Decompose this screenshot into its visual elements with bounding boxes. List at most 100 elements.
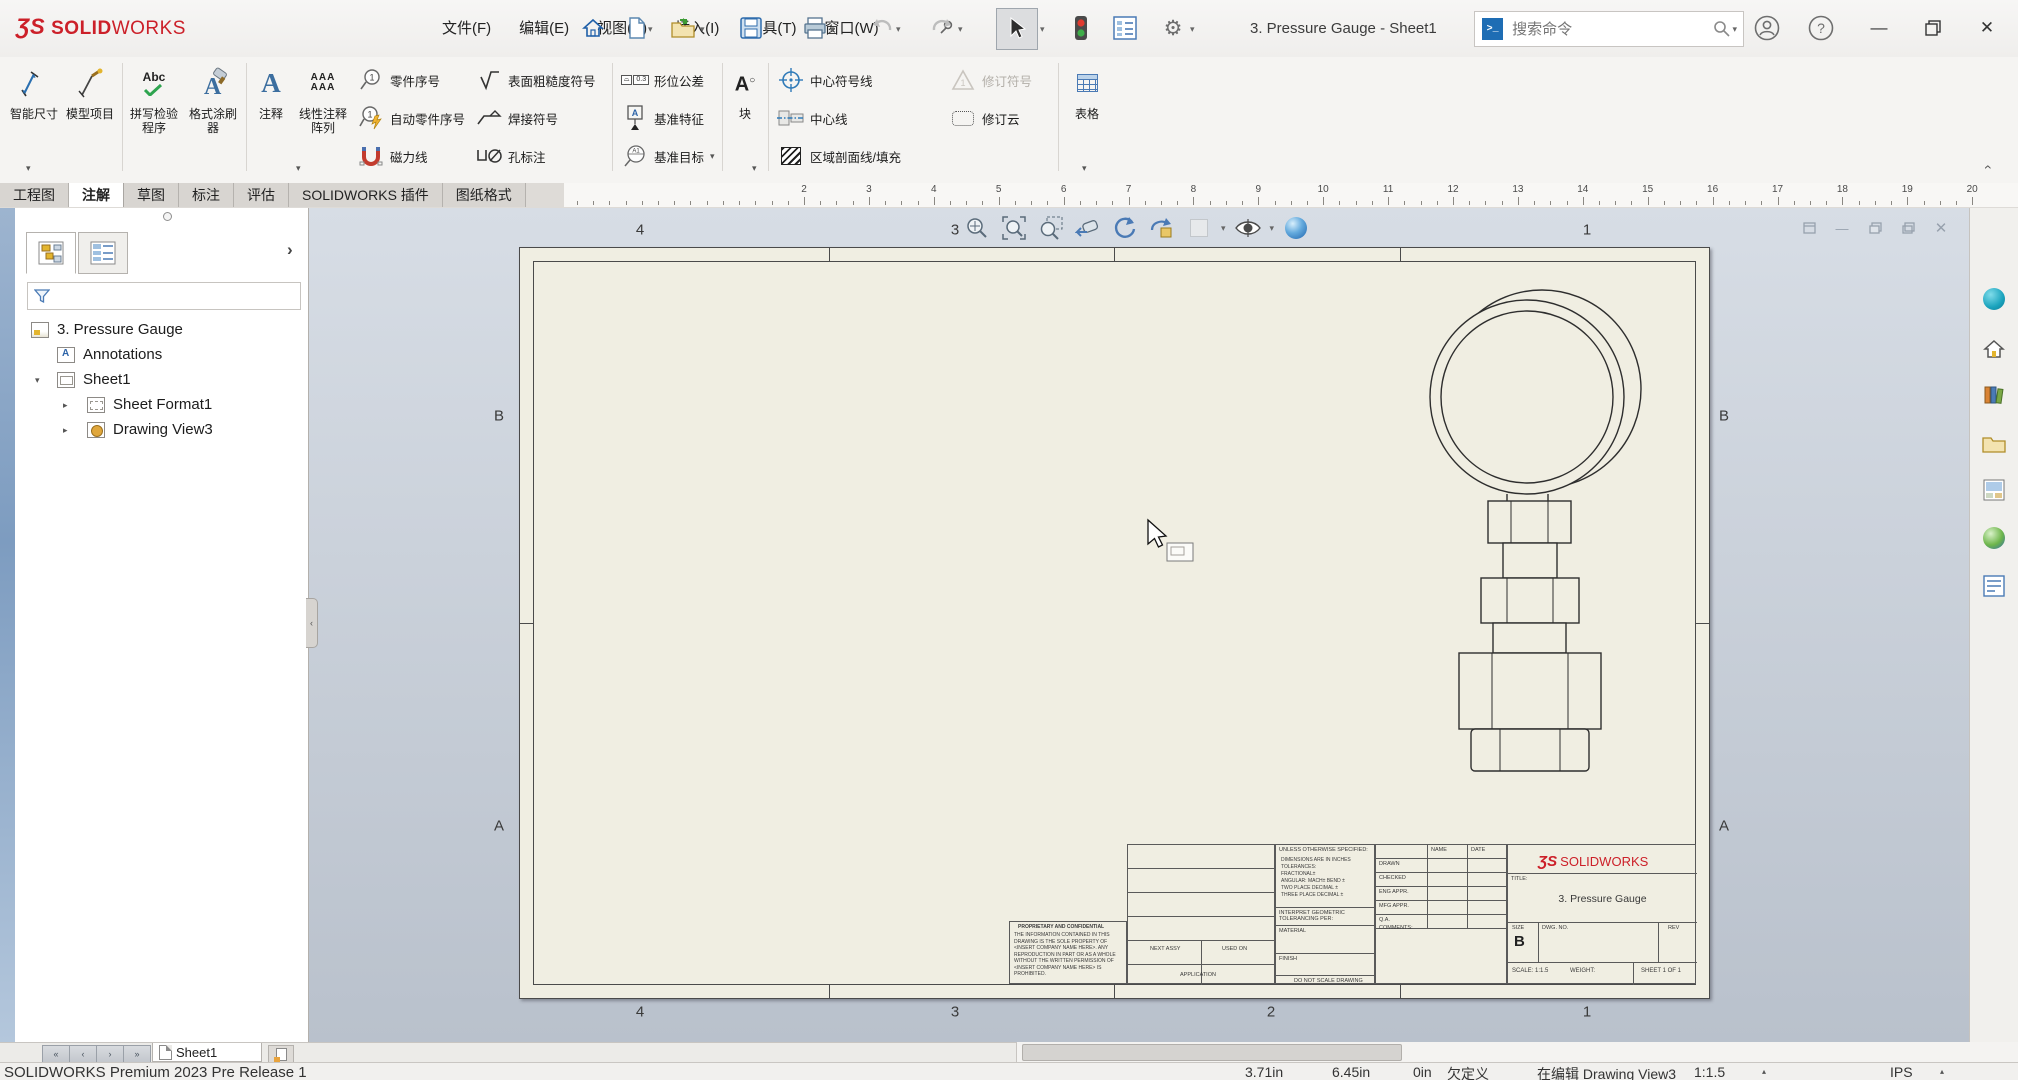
restore-button[interactable] [1916,11,1950,45]
command-tab-SOLIDWORKS-插件[interactable]: SOLIDWORKS 插件 [289,183,443,207]
command-tab-图纸格式[interactable]: 图纸格式 [443,183,526,207]
save-button[interactable] [736,11,766,45]
rebuild-traffic-light-icon[interactable] [1066,11,1096,45]
design-library-icon[interactable] [1979,380,2009,410]
first-sheet-button[interactable]: « [42,1045,70,1063]
command-tab-标注[interactable]: 标注 [179,183,234,207]
open-caret[interactable]: ▾ [700,24,705,35]
minimize-button[interactable]: — [1862,11,1896,45]
print-caret[interactable]: ▾ [830,24,835,35]
rotate-view-icon[interactable] [1110,213,1140,243]
previous-view-icon[interactable] [1073,213,1103,243]
spell-checker-button[interactable]: Abc 拼写检验程序 [126,61,182,135]
centerline-button[interactable]: 中心线 [776,99,901,137]
child-close-button[interactable]: ✕ [1928,216,1954,240]
note-button[interactable]: A 注释 [250,61,292,121]
tables-flyout-caret[interactable]: ▾ [1082,163,1087,174]
property-manager-tab[interactable] [78,232,128,274]
redo-caret[interactable]: ▾ [958,24,963,35]
zoom-whole-icon[interactable] [962,213,992,243]
datum-feature-button[interactable]: A 基准特征 [620,99,715,137]
redo-button[interactable] [928,11,958,45]
print-button[interactable] [800,11,830,45]
block-button[interactable]: A○ 块 [726,61,764,121]
appearances-icon[interactable] [1979,523,2009,553]
smart-dimension-button[interactable]: 智能尺寸 [6,61,62,121]
tree-item-drawing-view3[interactable]: ▸Drawing View3 [15,418,308,443]
display-style-caret[interactable]: ▾ [1221,223,1226,234]
select-tool-button[interactable] [996,8,1038,50]
scale-caret[interactable]: ▴ [1762,1067,1766,1076]
search-icon[interactable] [1713,20,1730,38]
select-tool-caret[interactable]: ▾ [1040,24,1045,35]
tree-filter-input[interactable] [27,282,301,310]
collapse-ribbon-chevron[interactable]: › [1978,165,1994,170]
open-button[interactable] [668,11,698,45]
command-tab-草图[interactable]: 草图 [124,183,179,207]
tree-item-sheet1[interactable]: ▾Sheet1 [15,368,308,393]
child-window-icon-2[interactable] [1862,216,1888,240]
hide-show-caret[interactable]: ▾ [1270,223,1275,234]
format-painter-button[interactable]: A 格式涂刷器 [184,61,242,135]
new-document-caret[interactable]: ▾ [648,24,653,35]
tree-expander[interactable]: ▸ [63,400,68,411]
panel-handle-dot[interactable] [163,212,172,221]
zoom-to-fit-icon[interactable] [999,213,1029,243]
menu-f[interactable]: 文件(F) [428,0,505,57]
surface-finish-button[interactable]: 表面粗糙度符号 [474,61,596,99]
scrollbar-thumb[interactable] [1022,1044,1402,1061]
zoom-to-area-icon[interactable] [1036,213,1066,243]
3dexperience-icon[interactable] [1979,284,2009,314]
view-palette-icon[interactable] [1979,475,2009,505]
geometric-tolerance-button[interactable]: ⌓0.3 形位公差 [620,61,715,99]
add-sheet-button[interactable] [268,1045,294,1063]
search-caret[interactable]: ▾ [1732,24,1737,35]
undo-caret[interactable]: ▾ [896,24,901,35]
help-icon[interactable]: ? [1806,11,1836,45]
revision-cloud-button[interactable]: 修订云 [948,99,1032,137]
units-caret[interactable]: ▴ [1940,1067,1944,1076]
magnetic-line-button[interactable]: 磁力线 [356,137,465,175]
custom-properties-icon[interactable] [1979,571,2009,601]
settings-caret[interactable]: ▾ [1190,24,1195,35]
3d-drawing-view-icon[interactable] [1147,213,1177,243]
next-sheet-button[interactable]: › [96,1045,124,1063]
child-window-icon[interactable] [1796,216,1822,240]
datum-target-button[interactable]: A1 基准目标 ▾ [620,137,715,175]
undo-button[interactable] [866,11,896,45]
feature-tree-tab[interactable] [26,232,76,274]
search-input[interactable] [1510,20,1713,39]
smart-dimension-flyout-caret[interactable]: ▾ [26,163,31,174]
horizontal-scrollbar[interactable] [1016,1042,2018,1062]
balloon-button[interactable]: 1 零件序号 [356,61,465,99]
drawing-sheet[interactable]: PROPRIETARY AND CONFIDENTIAL THE INFORMA… [519,247,1710,999]
options-list-icon[interactable] [1110,11,1140,45]
tree-item-annotations[interactable]: Annotations [15,343,308,368]
block-flyout-caret[interactable]: ▾ [752,163,757,174]
expand-panel-chevron[interactable]: › [287,240,293,260]
child-minimize-button[interactable]: — [1829,216,1855,240]
linear-note-pattern-button[interactable]: AAAAAA 线性注释阵列 [294,61,352,135]
auto-balloon-button[interactable]: 1 自动零件序号 [356,99,465,137]
model-items-button[interactable]: 模型项目 [62,61,118,121]
search-scope-icon[interactable]: >_ [1482,18,1503,40]
display-style-icon[interactable] [1184,213,1214,243]
hole-callout-button[interactable]: 孔标注 [474,137,596,175]
area-hatch-button[interactable]: 区域剖面线/填充 [776,137,901,175]
tree-item-sheet-format1[interactable]: ▸Sheet Format1 [15,393,308,418]
sheet1-tab[interactable]: Sheet1 [152,1043,262,1062]
child-restore-button[interactable] [1895,216,1921,240]
tree-item-3-pressure-gauge[interactable]: 3. Pressure Gauge [15,318,308,343]
account-icon[interactable] [1752,11,1782,45]
note-flyout-caret[interactable]: ▾ [296,163,301,174]
last-sheet-button[interactable]: » [123,1045,151,1063]
menu-e[interactable]: 编辑(E) [505,0,583,57]
home-resources-icon[interactable] [1979,334,2009,364]
prev-sheet-button[interactable]: ‹ [69,1045,97,1063]
view-settings-icon[interactable] [1281,213,1311,243]
close-button[interactable]: ✕ [1970,11,2004,45]
tree-expander[interactable]: ▸ [63,425,68,436]
weld-symbol-button[interactable]: 焊接符号 [474,99,596,137]
command-tab-注解[interactable]: 注解 [69,183,124,207]
command-tab-评估[interactable]: 评估 [234,183,289,207]
